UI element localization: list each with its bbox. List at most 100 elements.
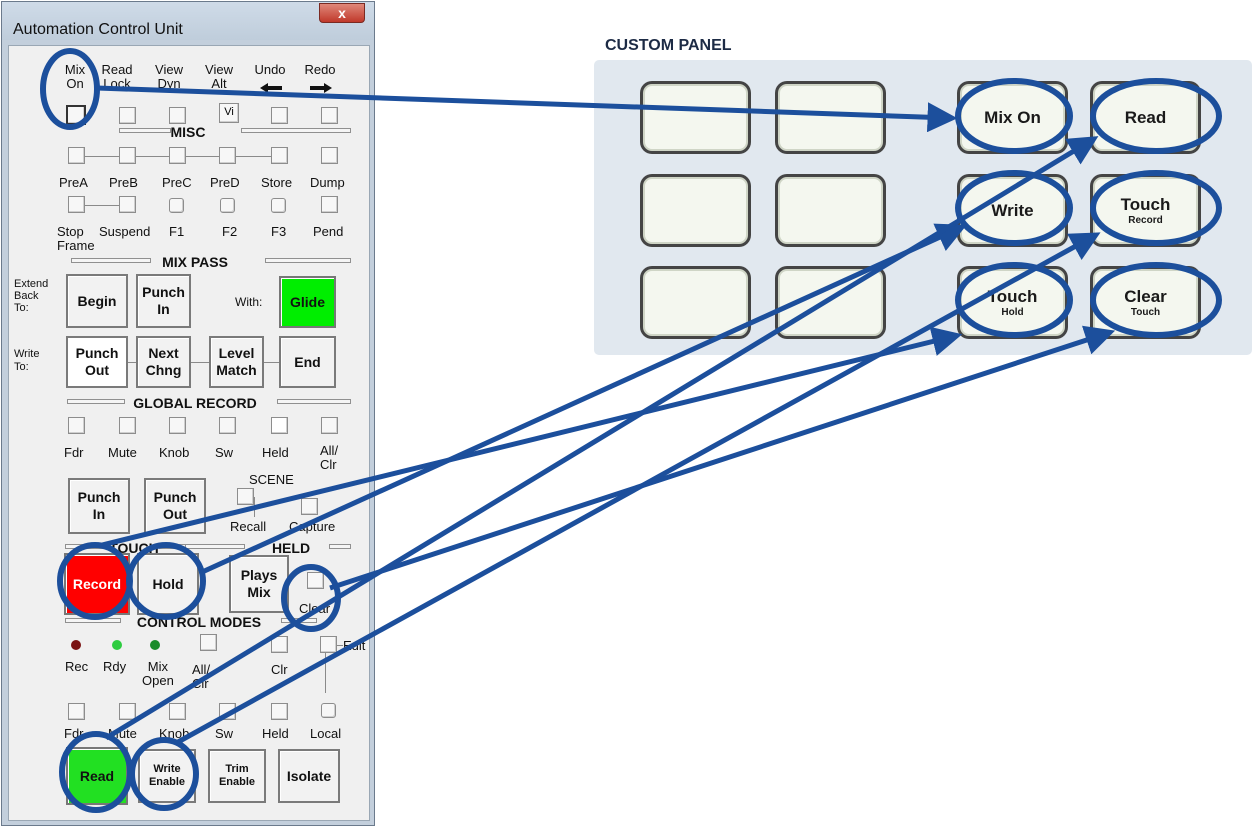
global-punch-out-button[interactable]: Punch Out — [144, 478, 206, 534]
control-held-button[interactable] — [271, 703, 288, 720]
stop-frame-label: Stop Frame — [57, 224, 95, 253]
undo-button[interactable] — [271, 107, 288, 124]
custom-button-10[interactable] — [775, 266, 886, 339]
global-held-button[interactable] — [271, 417, 288, 434]
preb-button[interactable] — [119, 147, 136, 164]
custom-clear-touch-button[interactable]: Clear Touch — [1090, 266, 1201, 339]
write-enable-button[interactable]: Write Enable — [138, 749, 196, 803]
trim-enable-button[interactable]: Trim Enable — [208, 749, 266, 803]
custom-button-6[interactable] — [775, 174, 886, 247]
punch-in-button[interactable]: Punch In — [136, 274, 191, 328]
f3-label: F3 — [271, 224, 287, 239]
edit-button[interactable] — [320, 636, 337, 653]
control-all-clr-label: All/ Clr — [192, 662, 211, 691]
stop-frame-button[interactable] — [68, 196, 85, 213]
view-dyn-button[interactable] — [169, 107, 186, 124]
held-title: HELD — [271, 540, 311, 556]
pend-button[interactable] — [321, 196, 338, 213]
misc-section-header: MISC — [9, 124, 369, 140]
control-sw-button[interactable] — [219, 703, 236, 720]
pend-label: Pend — [313, 224, 344, 239]
read-button[interactable]: Read — [66, 747, 128, 805]
f1-button[interactable] — [169, 198, 184, 213]
connector-line — [191, 362, 209, 363]
custom-button-5[interactable] — [640, 174, 751, 247]
global-fdr-button[interactable] — [68, 417, 85, 434]
prea-button[interactable] — [68, 147, 85, 164]
scene-recall-button[interactable] — [237, 488, 254, 505]
control-all-clr-button[interactable] — [200, 634, 217, 651]
mix-pass-title: MIX PASS — [162, 254, 228, 270]
control-knob-button[interactable] — [169, 703, 186, 720]
view-alt-button[interactable]: Vi — [219, 103, 239, 123]
rdy-label: Rdy — [103, 659, 127, 674]
custom-button-label: Touch — [1120, 194, 1171, 214]
control-modes-title: CONTROL MODES — [136, 614, 262, 630]
global-knob-button[interactable] — [169, 417, 186, 434]
custom-button-label: Mix On — [984, 108, 1041, 127]
close-icon: x — [338, 5, 346, 21]
redo-button[interactable] — [321, 107, 338, 124]
scene-capture-button[interactable] — [301, 498, 318, 515]
custom-button-1[interactable] — [640, 81, 751, 154]
suspend-button[interactable] — [119, 196, 136, 213]
automation-control-unit-window: Automation Control Unit x Mix On Read Lo… — [1, 1, 375, 826]
close-button[interactable]: x — [319, 3, 365, 23]
dump-label: Dump — [310, 175, 345, 190]
f3-button[interactable] — [271, 198, 286, 213]
control-fdr-button[interactable] — [68, 703, 85, 720]
connector-line — [136, 156, 169, 157]
mix-on-label: Mix On — [64, 62, 86, 91]
custom-button-sublabel: Record — [1128, 214, 1163, 226]
custom-button-2[interactable] — [775, 81, 886, 154]
isolate-button[interactable]: Isolate — [278, 749, 340, 803]
mix-on-button[interactable] — [66, 105, 86, 125]
f2-button[interactable] — [220, 198, 235, 213]
mix-pass-section-header: MIX PASS — [9, 254, 369, 270]
global-mute-button[interactable] — [119, 417, 136, 434]
scene-label: SCENE — [249, 472, 294, 487]
with-label: With: — [235, 295, 263, 309]
global-mute-label: Mute — [108, 445, 137, 460]
prec-button[interactable] — [169, 147, 186, 164]
dump-button[interactable] — [321, 147, 338, 164]
control-knob-label: Knob — [159, 726, 190, 741]
custom-touch-record-button[interactable]: Touch Record — [1090, 174, 1201, 247]
touch-record-button[interactable]: Record — [64, 553, 130, 615]
capture-label: Capture — [289, 519, 336, 534]
level-match-button[interactable]: Level Match — [209, 336, 264, 388]
pred-button[interactable] — [219, 147, 236, 164]
global-punch-in-button[interactable]: Punch In — [68, 478, 130, 534]
read-lock-button[interactable] — [119, 107, 136, 124]
custom-mix-on-button[interactable]: Mix On — [957, 81, 1068, 154]
global-sw-button[interactable] — [219, 417, 236, 434]
local-button[interactable] — [321, 703, 336, 718]
control-held-label: Held — [262, 726, 289, 741]
control-fdr-label: Fdr — [64, 726, 84, 741]
redo-label: Redo — [304, 62, 336, 77]
undo-label: Undo — [254, 62, 286, 77]
global-all-clr-button[interactable] — [321, 417, 338, 434]
write-to-label: Write To: — [14, 348, 40, 373]
window-title: Automation Control Unit — [13, 21, 183, 38]
custom-touch-hold-button[interactable]: Touch Hold — [957, 266, 1068, 339]
touch-hold-button[interactable]: Hold — [137, 553, 199, 615]
suspend-label: Suspend — [99, 224, 151, 239]
end-button[interactable]: End — [279, 336, 336, 388]
custom-write-button[interactable]: Write — [957, 174, 1068, 247]
held-clear-button[interactable] — [307, 572, 324, 589]
store-button[interactable] — [271, 147, 288, 164]
plays-mix-button[interactable]: Plays Mix — [229, 555, 289, 613]
punch-out-button[interactable]: Punch Out — [66, 336, 128, 388]
glide-button[interactable]: Glide — [279, 276, 336, 328]
next-chng-button[interactable]: Next Chng — [136, 336, 191, 388]
custom-panel: Mix On Read Write Touch Record Touch Hold … — [594, 60, 1252, 355]
custom-read-button[interactable]: Read — [1090, 81, 1201, 154]
f1-label: F1 — [169, 224, 185, 239]
control-clr-button[interactable] — [271, 636, 288, 653]
rdy-led — [112, 640, 122, 650]
title-bar[interactable]: Automation Control Unit x — [2, 2, 374, 40]
control-mute-button[interactable] — [119, 703, 136, 720]
custom-button-9[interactable] — [640, 266, 751, 339]
begin-button[interactable]: Begin — [66, 274, 128, 328]
